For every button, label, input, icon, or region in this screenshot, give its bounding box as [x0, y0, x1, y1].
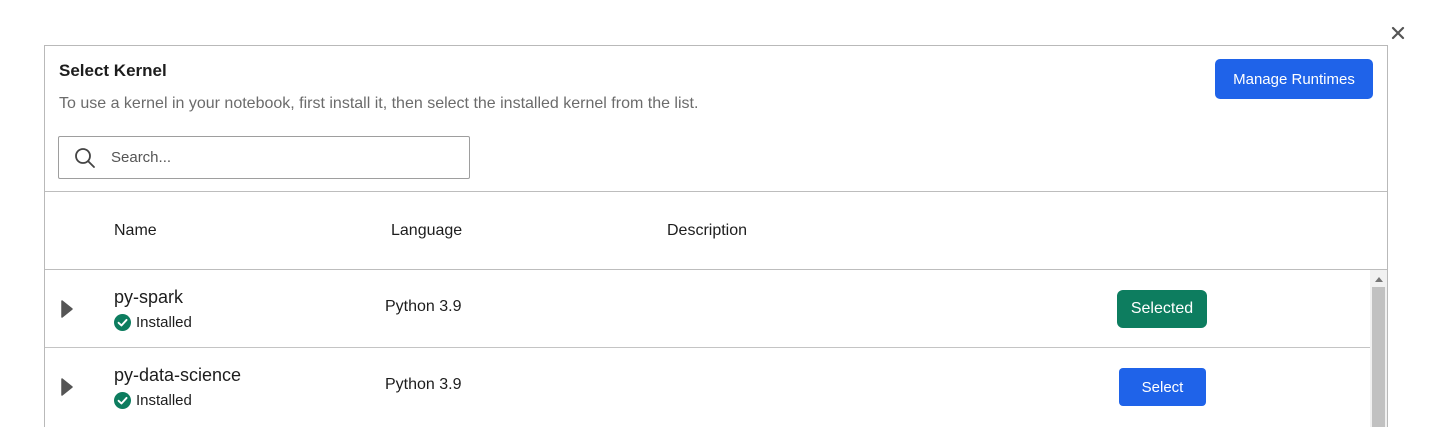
search-input[interactable]: [111, 149, 451, 166]
kernel-language: Python 3.9: [385, 298, 462, 315]
table-row: py-data-science Installed Python 3.9 Sel…: [45, 348, 1370, 426]
caret-right-icon: [61, 300, 73, 318]
scrollbar-thumb[interactable]: [1372, 287, 1385, 427]
list-scrollbar[interactable]: [1370, 270, 1387, 427]
kernel-name: py-data-science: [114, 365, 242, 385]
kernel-selection-page: Select Kernel To use a kernel in your no…: [0, 0, 1430, 427]
kernel-status-label: Installed: [136, 314, 192, 331]
kernel-status: Installed: [114, 314, 192, 331]
close-button[interactable]: [1387, 22, 1409, 44]
column-header-description: Description: [667, 222, 748, 239]
dialog-subtitle: To use a kernel in your notebook, first …: [59, 95, 699, 112]
column-header-language: Language: [391, 222, 463, 239]
kernel-select-button[interactable]: Select: [1119, 368, 1206, 406]
arrow-up-icon: [1374, 276, 1383, 282]
search-box[interactable]: [58, 136, 470, 179]
check-circle-icon: [114, 314, 131, 331]
manage-runtimes-button[interactable]: Manage Runtimes: [1215, 59, 1373, 99]
close-icon: [1391, 26, 1405, 40]
column-header-name: Name: [114, 222, 157, 239]
kernel-language: Python 3.9: [385, 376, 462, 393]
check-circle-icon: [114, 392, 131, 409]
caret-right-icon: [61, 378, 73, 396]
table-header: Name Language Description: [45, 192, 1387, 270]
kernel-status-label: Installed: [136, 392, 192, 409]
kernel-name: py-spark: [114, 287, 184, 307]
dialog-title: Select Kernel: [59, 61, 167, 80]
expand-row-toggle[interactable]: [60, 376, 74, 398]
kernel-selected-button[interactable]: Selected: [1117, 290, 1207, 328]
kernel-list: py-spark Installed Python 3.9 Selected p…: [45, 270, 1370, 427]
search-icon: [75, 147, 95, 168]
select-kernel-dialog: Select Kernel To use a kernel in your no…: [44, 45, 1388, 427]
kernel-status: Installed: [114, 392, 192, 409]
table-row: py-spark Installed Python 3.9 Selected: [45, 270, 1370, 348]
scroll-up-button[interactable]: [1370, 270, 1387, 287]
expand-row-toggle[interactable]: [60, 298, 74, 320]
